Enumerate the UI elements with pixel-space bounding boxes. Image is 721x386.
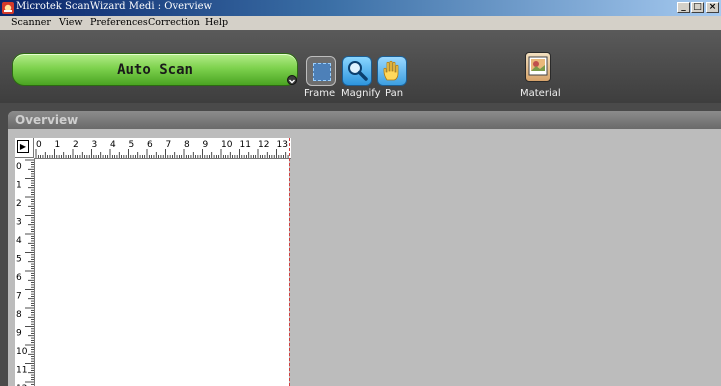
h-ruler-label: 0 [36, 140, 42, 150]
v-ruler-label: 1 [16, 181, 22, 191]
app-icon [2, 2, 14, 14]
material-label: Material [520, 88, 561, 99]
material-button[interactable] [525, 52, 551, 82]
overview-header [8, 111, 721, 129]
v-ruler-label: 3 [16, 218, 22, 228]
h-ruler-label: 11 [240, 140, 251, 150]
h-ruler-label: 1 [55, 140, 61, 150]
title-bar: Microtek ScanWizard Medi : Overview _ □ … [0, 0, 721, 16]
v-ruler-label: 9 [16, 329, 22, 339]
hand-icon [383, 60, 399, 81]
menu-scanner[interactable]: Scanner [11, 17, 51, 28]
h-ruler-label: 4 [110, 140, 116, 150]
menu-preferences[interactable]: Preferences [90, 17, 148, 28]
close-button[interactable]: × [706, 2, 719, 13]
photo-icon [528, 56, 548, 76]
h-ruler-label: 6 [147, 140, 153, 150]
chevron-down-icon [289, 79, 295, 84]
h-ruler-label: 7 [166, 140, 172, 150]
maximize-button[interactable]: □ [691, 2, 704, 13]
v-ruler-label: 0 [16, 162, 22, 172]
h-ruler-label: 10 [221, 140, 233, 150]
auto-scan-dropdown[interactable] [287, 75, 297, 85]
pan-label: Pan [385, 88, 404, 99]
horizontal-ruler: 0 1 2 3 4 5 6 7 8 9 10 11 12 13 [34, 138, 291, 159]
h-ruler-label: 8 [184, 140, 190, 150]
h-ruler-label: 13 [277, 140, 288, 150]
menu-view[interactable]: View [59, 17, 83, 28]
pan-tool-button[interactable] [377, 56, 407, 86]
h-ruler-label: 2 [73, 140, 79, 150]
h-ruler-label: 3 [92, 140, 98, 150]
h-ruler-label: 5 [129, 140, 135, 150]
menu-help[interactable]: Help [205, 17, 228, 28]
frame-tool-button[interactable] [306, 56, 336, 86]
frame-label: Frame [304, 88, 336, 99]
vertical-ruler: 0123456789101112 [15, 158, 35, 386]
v-ruler-label: 10 [16, 347, 28, 357]
menu-bar: Scanner View Preferences Correction Help [0, 16, 721, 30]
v-ruler-label: 2 [16, 199, 22, 209]
v-ruler-label: 4 [16, 236, 22, 246]
v-ruler-label: 8 [16, 310, 22, 320]
v-ruler-label: 5 [16, 255, 22, 265]
minimize-button[interactable]: _ [677, 2, 690, 13]
v-ruler-label: 7 [16, 292, 22, 302]
v-ruler-label: 11 [16, 366, 27, 376]
overview-title: Overview [15, 113, 79, 127]
h-ruler-label: 12 [258, 140, 269, 150]
magnify-icon [348, 61, 368, 81]
frame-icon [313, 63, 331, 81]
window-title: Microtek ScanWizard Medi : Overview [16, 1, 213, 12]
magnify-tool-button[interactable] [342, 56, 372, 86]
scan-area-boundary [289, 138, 290, 386]
ruler-unit-button[interactable]: ▶ [17, 140, 29, 153]
auto-scan-button[interactable]: Auto Scan [12, 53, 298, 86]
menu-correction[interactable]: Correction [148, 17, 200, 28]
scan-preview-area[interactable] [35, 159, 289, 386]
v-ruler-label: 6 [16, 273, 22, 283]
h-ruler-label: 9 [203, 140, 209, 150]
auto-scan-label: Auto Scan [117, 62, 193, 78]
magnify-label: Magnify [341, 88, 381, 99]
